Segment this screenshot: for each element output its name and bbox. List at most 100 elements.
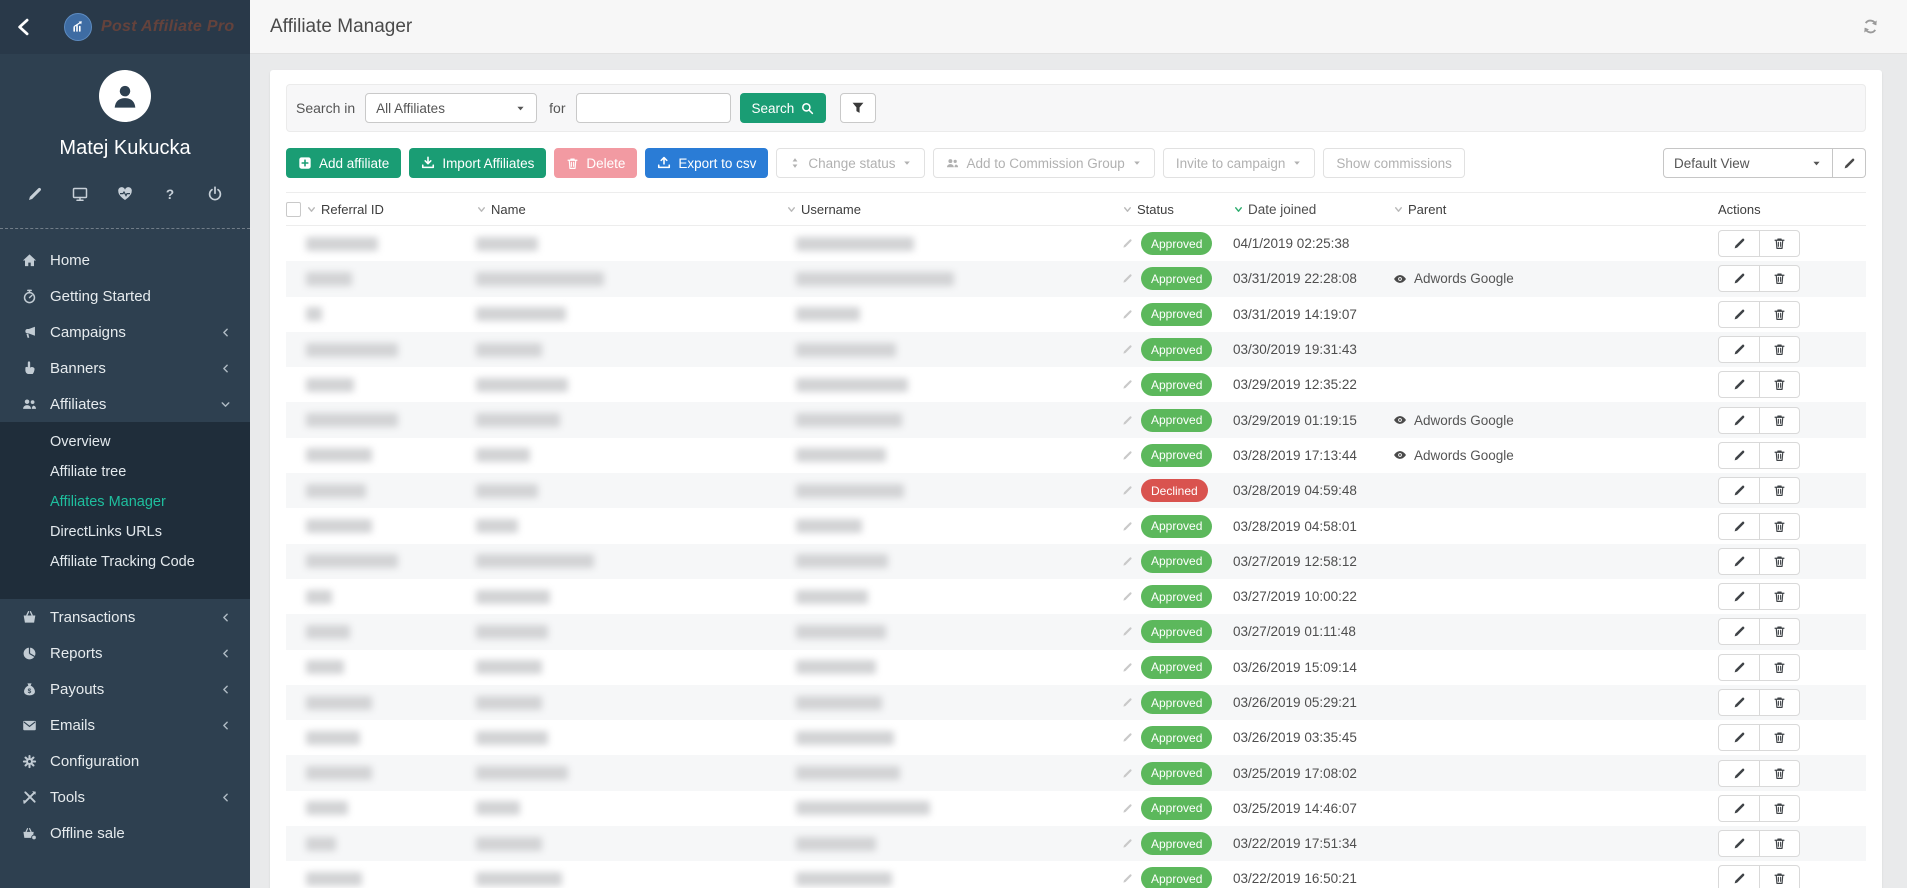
sidebar-item-tools[interactable]: Tools <box>0 779 250 815</box>
status-badge[interactable]: Approved <box>1141 338 1212 361</box>
status-badge[interactable]: Approved <box>1141 232 1212 255</box>
sort-referral-id-button[interactable] <box>306 204 317 215</box>
edit-status-icon[interactable] <box>1122 732 1133 743</box>
export-csv-button[interactable]: Export to csv <box>645 148 768 178</box>
edit-row-button[interactable] <box>1719 478 1759 503</box>
sort-name-button[interactable] <box>476 204 487 215</box>
status-badge[interactable]: Approved <box>1141 832 1212 855</box>
edit-row-button[interactable] <box>1719 549 1759 574</box>
delete-row-button[interactable] <box>1759 443 1799 468</box>
delete-row-button[interactable] <box>1759 655 1799 680</box>
edit-row-button[interactable] <box>1719 266 1759 291</box>
power-quick-button[interactable] <box>207 186 223 202</box>
status-badge[interactable]: Approved <box>1141 867 1212 888</box>
sidebar-item-home[interactable]: Home <box>0 242 250 278</box>
submenu-item-affiliate-tracking-code[interactable]: Affiliate Tracking Code <box>0 547 250 577</box>
delete-row-button[interactable] <box>1759 761 1799 786</box>
edit-status-icon[interactable] <box>1122 521 1133 532</box>
show-commissions-button[interactable]: Show commissions <box>1323 148 1465 178</box>
view-select[interactable]: Default View <box>1663 148 1833 178</box>
change-status-button[interactable]: Change status <box>776 148 925 178</box>
filter-button[interactable] <box>840 93 876 123</box>
sidebar-item-banners[interactable]: Banners <box>0 350 250 386</box>
edit-row-button[interactable] <box>1719 337 1759 362</box>
edit-row-button[interactable] <box>1719 866 1759 888</box>
sidebar-item-payouts[interactable]: $Payouts <box>0 671 250 707</box>
collapse-sidebar-button[interactable] <box>14 17 34 37</box>
sort-date-joined-button[interactable] <box>1233 204 1244 215</box>
edit-status-icon[interactable] <box>1122 803 1133 814</box>
edit-status-icon[interactable] <box>1122 344 1133 355</box>
edit-row-button[interactable] <box>1719 655 1759 680</box>
sidebar-item-campaigns[interactable]: Campaigns <box>0 314 250 350</box>
sort-parent-button[interactable] <box>1393 204 1404 215</box>
status-badge[interactable]: Approved <box>1141 444 1212 467</box>
edit-status-icon[interactable] <box>1122 626 1133 637</box>
search-input[interactable] <box>576 93 731 123</box>
edit-status-icon[interactable] <box>1122 485 1133 496</box>
status-badge[interactable]: Approved <box>1141 373 1212 396</box>
sidebar-item-transactions[interactable]: Transactions <box>0 599 250 635</box>
status-badge[interactable]: Approved <box>1141 303 1212 326</box>
edit-status-icon[interactable] <box>1122 450 1133 461</box>
delete-row-button[interactable] <box>1759 266 1799 291</box>
status-badge[interactable]: Approved <box>1141 620 1212 643</box>
status-badge[interactable]: Approved <box>1141 691 1212 714</box>
edit-row-button[interactable] <box>1719 619 1759 644</box>
edit-status-icon[interactable] <box>1122 556 1133 567</box>
sidebar-item-offline-sale[interactable]: Offline sale <box>0 815 250 851</box>
delete-row-button[interactable] <box>1759 231 1799 256</box>
delete-row-button[interactable] <box>1759 725 1799 750</box>
status-badge[interactable]: Approved <box>1141 585 1212 608</box>
sidebar-item-affiliates[interactable]: Affiliates <box>0 386 250 422</box>
avatar[interactable] <box>99 70 151 122</box>
delete-row-button[interactable] <box>1759 549 1799 574</box>
view-parent-icon[interactable] <box>1393 272 1407 286</box>
edit-status-icon[interactable] <box>1122 838 1133 849</box>
edit-status-icon[interactable] <box>1122 768 1133 779</box>
edit-status-icon[interactable] <box>1122 238 1133 249</box>
status-badge[interactable]: Approved <box>1141 726 1212 749</box>
edit-row-button[interactable] <box>1719 372 1759 397</box>
search-scope-select[interactable]: All Affiliates <box>365 93 537 123</box>
view-parent-icon[interactable] <box>1393 448 1407 462</box>
delete-row-button[interactable] <box>1759 796 1799 821</box>
search-button[interactable]: Search <box>740 93 827 123</box>
delete-row-button[interactable] <box>1759 584 1799 609</box>
delete-row-button[interactable] <box>1759 478 1799 503</box>
status-badge[interactable]: Declined <box>1141 479 1208 502</box>
delete-row-button[interactable] <box>1759 690 1799 715</box>
status-badge[interactable]: Approved <box>1141 550 1212 573</box>
delete-row-button[interactable] <box>1759 619 1799 644</box>
edit-row-button[interactable] <box>1719 514 1759 539</box>
refresh-button[interactable] <box>1862 18 1879 35</box>
app-logo[interactable]: Post Affiliate Pro <box>64 13 234 41</box>
edit-row-button[interactable] <box>1719 725 1759 750</box>
edit-row-button[interactable] <box>1719 408 1759 433</box>
sidebar-item-emails[interactable]: Emails <box>0 707 250 743</box>
delete-row-button[interactable] <box>1759 408 1799 433</box>
submenu-item-affiliate-tree[interactable]: Affiliate tree <box>0 457 250 487</box>
status-badge[interactable]: Approved <box>1141 762 1212 785</box>
edit-status-icon[interactable] <box>1122 415 1133 426</box>
delete-row-button[interactable] <box>1759 831 1799 856</box>
edit-row-button[interactable] <box>1719 690 1759 715</box>
sidebar-item-getting-started[interactable]: Getting Started <box>0 278 250 314</box>
delete-button[interactable]: Delete <box>554 148 637 178</box>
status-badge[interactable]: Approved <box>1141 267 1212 290</box>
help-quick-button[interactable]: ? <box>162 186 178 202</box>
heartbeat-quick-button[interactable] <box>117 186 133 202</box>
edit-status-icon[interactable] <box>1122 697 1133 708</box>
monitor-quick-button[interactable] <box>72 186 88 202</box>
add-affiliate-button[interactable]: Add affiliate <box>286 148 401 178</box>
edit-row-button[interactable] <box>1719 761 1759 786</box>
status-badge[interactable]: Approved <box>1141 797 1212 820</box>
submenu-item-directlinks-urls[interactable]: DirectLinks URLs <box>0 517 250 547</box>
pencil-quick-button[interactable] <box>27 186 43 202</box>
edit-row-button[interactable] <box>1719 231 1759 256</box>
edit-row-button[interactable] <box>1719 584 1759 609</box>
status-badge[interactable]: Approved <box>1141 656 1212 679</box>
sidebar-item-reports[interactable]: Reports <box>0 635 250 671</box>
sort-status-button[interactable] <box>1122 204 1133 215</box>
sort-username-button[interactable] <box>786 204 797 215</box>
